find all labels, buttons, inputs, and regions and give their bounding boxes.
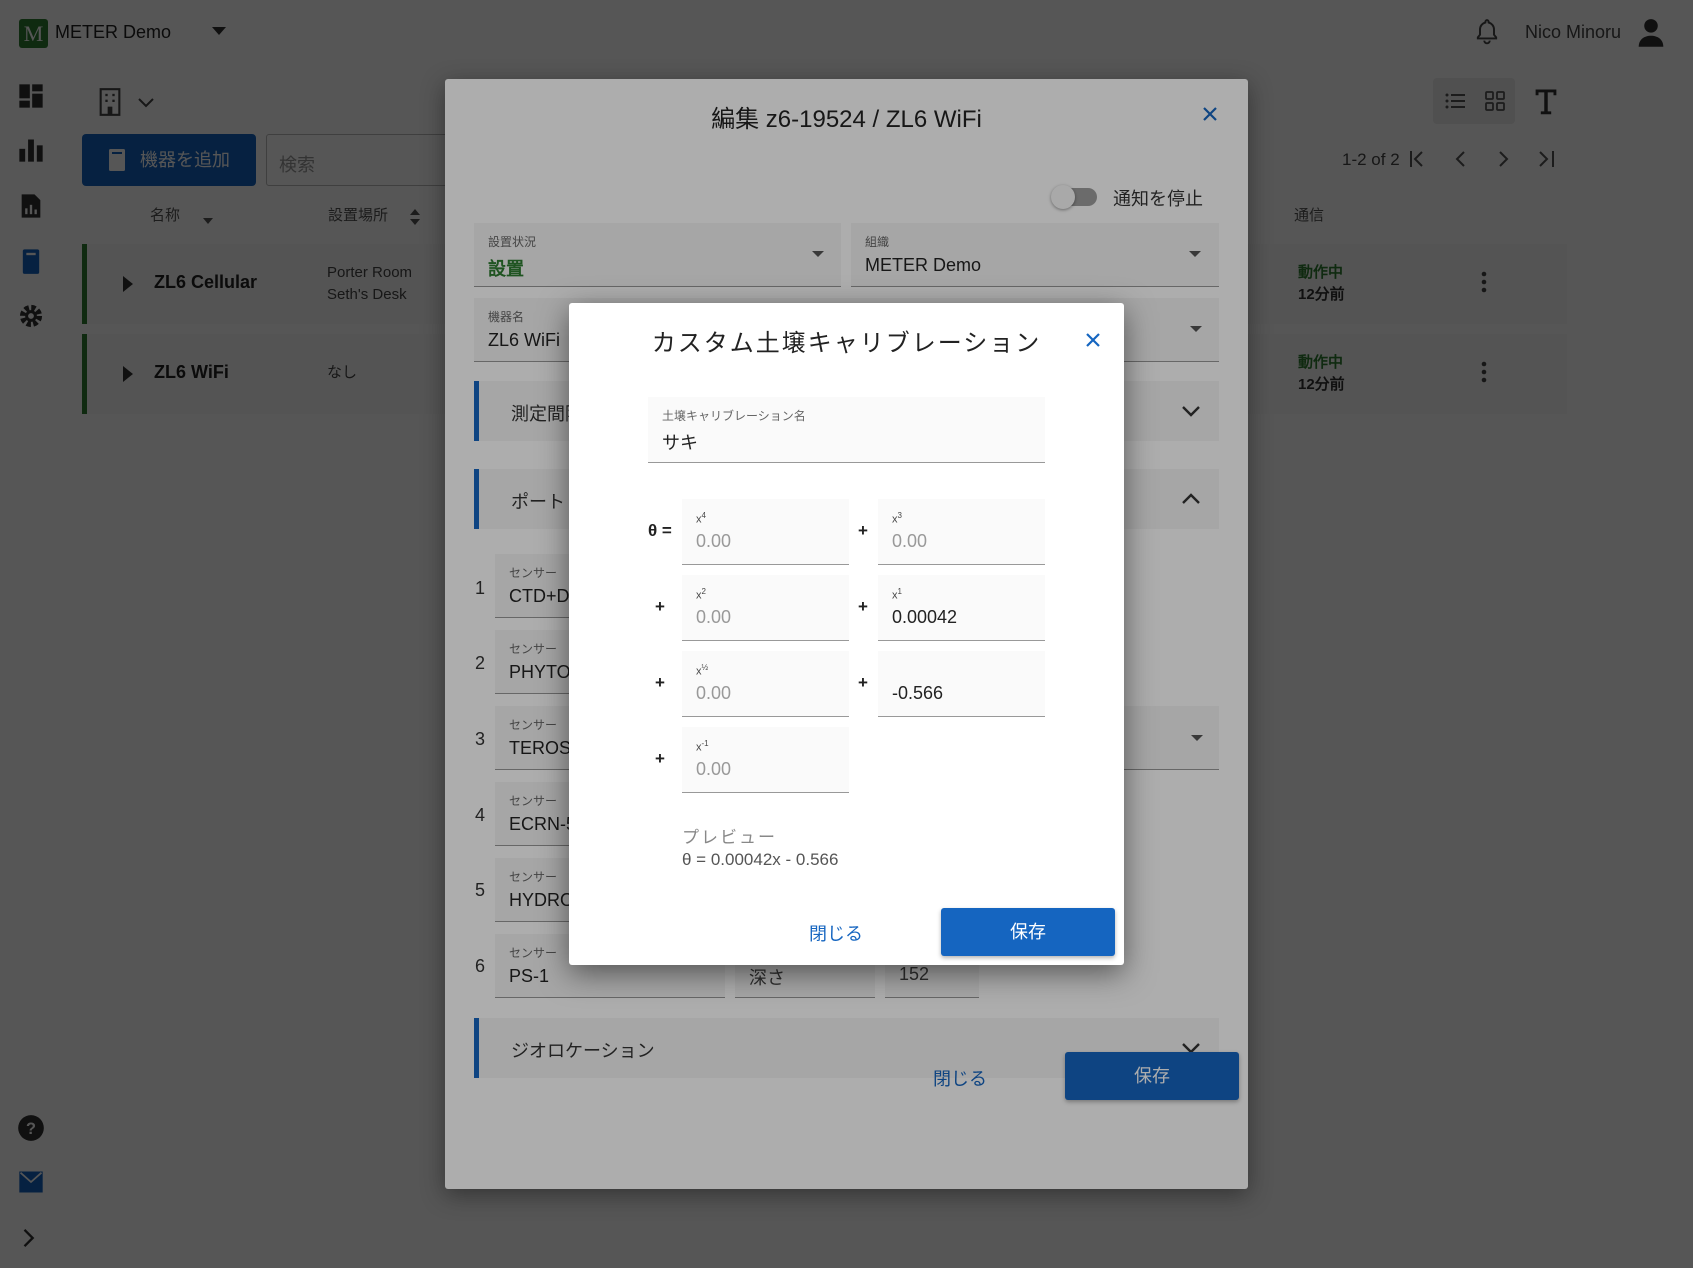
plus-sign: +	[858, 597, 868, 616]
coef-x1-field[interactable]: x1 0.00042	[878, 575, 1045, 641]
coef-constant-field[interactable]: -0.566	[878, 651, 1045, 717]
preview-equation: θ = 0.00042x - 0.566	[682, 850, 839, 869]
coef-value: 0.00	[892, 531, 928, 551]
plus-sign: +	[655, 749, 665, 768]
plus-sign: +	[655, 673, 665, 692]
term-label: x2	[696, 587, 706, 602]
coef-value: 0.00042	[892, 607, 958, 627]
term-label: x1	[892, 587, 902, 602]
preview-label: プレビュー	[682, 828, 777, 847]
coef-value: 0.00	[696, 759, 732, 779]
coef-xhalf-field[interactable]: x½ 0.00	[682, 651, 849, 717]
close-button[interactable]: 閉じる	[809, 920, 863, 946]
soil-calibration-dialog: カスタム土壌キャリブレーション 土壌キャリブレーション名 サキ θ = x4 0…	[569, 303, 1124, 965]
plus-sign: +	[858, 521, 868, 540]
coef-value: 0.00	[696, 607, 732, 627]
coef-x2-field[interactable]: x2 0.00	[682, 575, 849, 641]
term-label: x½	[696, 663, 709, 678]
field-label: 土壌キャリブレーション名	[662, 409, 806, 423]
term-label: x-1	[696, 739, 709, 754]
coef-value: 0.00	[696, 531, 732, 551]
theta-prefix: θ =	[648, 521, 672, 540]
close-icon[interactable]	[1084, 331, 1102, 349]
term-label: x3	[892, 511, 902, 526]
coef-value: -0.566	[892, 683, 944, 703]
plus-sign: +	[655, 597, 665, 616]
plus-sign: +	[858, 673, 868, 692]
dialog-title: カスタム土壌キャリブレーション	[651, 330, 1042, 357]
coef-xneg1-field[interactable]: x-1 0.00	[682, 727, 849, 793]
term-label: x4	[696, 511, 706, 526]
coef-x3-field[interactable]: x3 0.00	[878, 499, 1045, 565]
save-button[interactable]: 保存	[941, 908, 1115, 956]
coef-value: 0.00	[696, 683, 732, 703]
calibration-name-field[interactable]: 土壌キャリブレーション名 サキ	[648, 397, 1045, 463]
field-value: サキ	[662, 433, 698, 453]
coef-x4-field[interactable]: x4 0.00	[682, 499, 849, 565]
